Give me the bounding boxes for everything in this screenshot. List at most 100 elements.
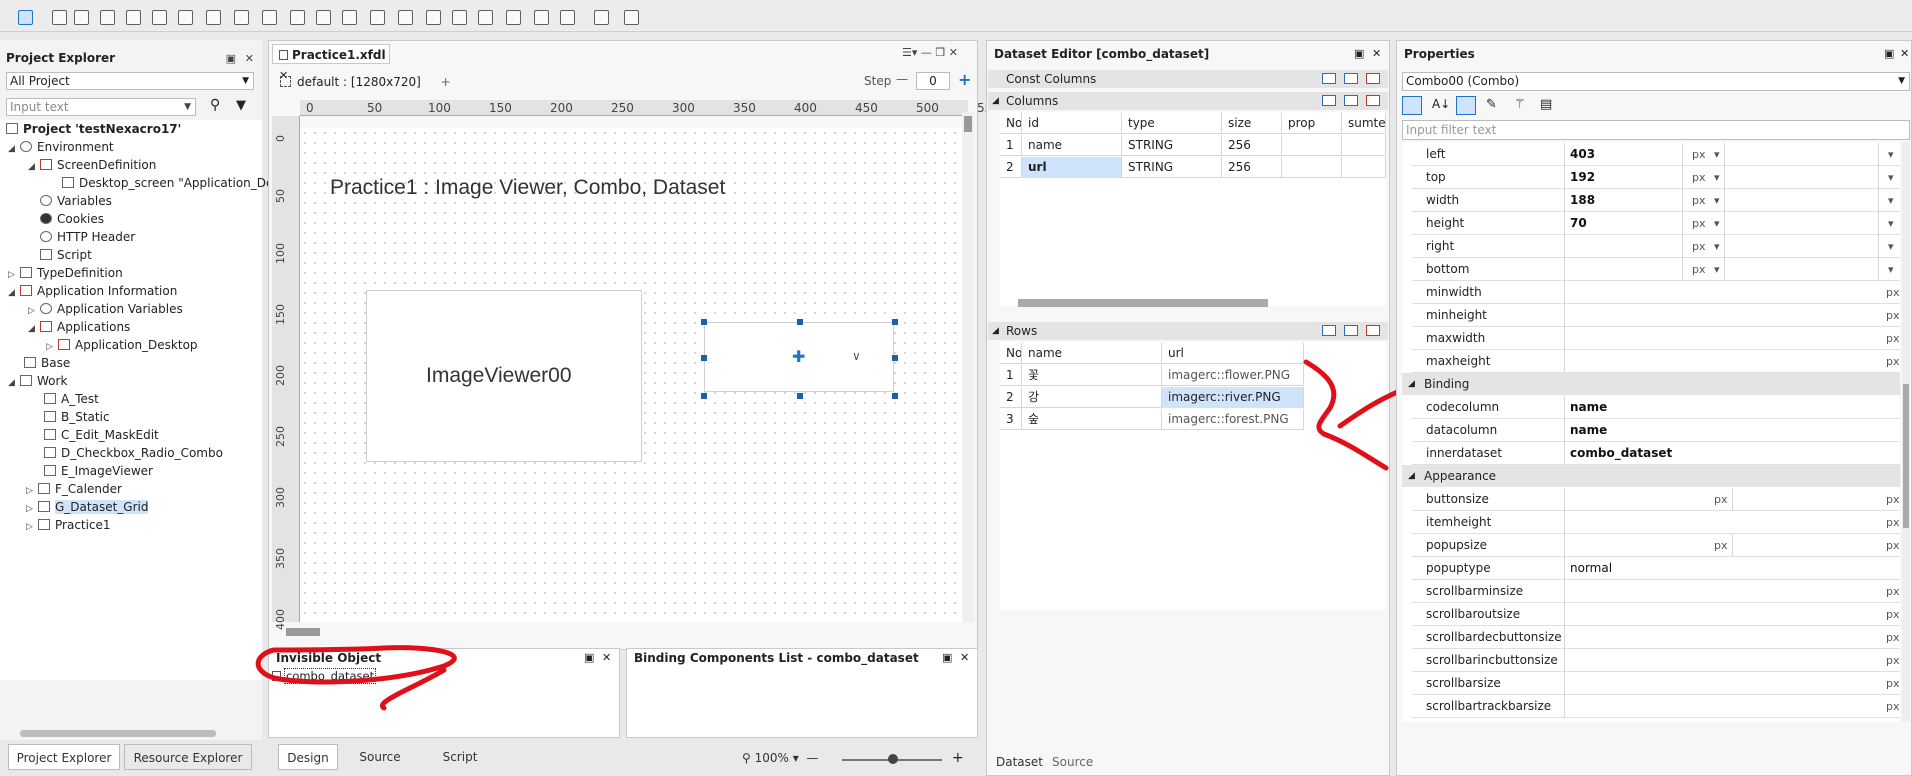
- tree-item-application-variables[interactable]: ▷ Application Variables: [28, 300, 183, 318]
- property-row[interactable]: popupsize px px: [1412, 534, 1900, 557]
- zoom-in-button[interactable]: +: [952, 750, 964, 766]
- property-value[interactable]: [1564, 258, 1900, 281]
- step-minus-button[interactable]: —: [896, 72, 908, 86]
- h-scroll-thumb[interactable]: [286, 628, 320, 636]
- pin-icon[interactable]: ▣: [584, 651, 594, 664]
- tree-item-e-imageviewer[interactable]: E_ImageViewer: [44, 462, 153, 480]
- delete-column-icon[interactable]: [1366, 95, 1380, 106]
- property-view-button[interactable]: [1456, 96, 1476, 115]
- progressbar-icon[interactable]: [534, 10, 549, 25]
- resize-handle[interactable]: [892, 355, 898, 361]
- property-value[interactable]: 70: [1564, 212, 1900, 235]
- window-controls-icon[interactable]: ☰▾ — ❐ ✕: [902, 46, 958, 59]
- property-category[interactable]: ◢ Binding: [1402, 373, 1900, 395]
- property-row[interactable]: top 192 px ▾ ▾: [1412, 166, 1900, 189]
- close-icon[interactable]: ✕: [602, 651, 611, 664]
- tree-item-application-desktop[interactable]: ▷ Application_Desktop: [46, 336, 198, 354]
- expand-icon[interactable]: ▷: [26, 518, 38, 536]
- tree-item-environment[interactable]: ◢ Environment: [8, 138, 114, 156]
- pin-icon[interactable]: ▣: [226, 52, 236, 65]
- resize-handle[interactable]: [701, 319, 707, 325]
- tree-item-cookies[interactable]: Cookies: [40, 210, 104, 228]
- menu-icon[interactable]: [426, 10, 441, 25]
- search-icon[interactable]: ⚲: [210, 97, 220, 113]
- property-value[interactable]: combo_dataset: [1564, 442, 1900, 465]
- cell-sumtext[interactable]: [1342, 135, 1386, 156]
- tab-source[interactable]: Source: [350, 744, 410, 770]
- property-row[interactable]: buttonsize px px: [1412, 488, 1900, 511]
- property-row[interactable]: innerdataset combo_dataset: [1412, 442, 1900, 465]
- tree-item-g-dataset-grid[interactable]: ▷ G_Dataset_Grid: [26, 498, 149, 516]
- pin-icon[interactable]: ▣: [942, 651, 952, 664]
- h-scrollbar[interactable]: [20, 730, 216, 737]
- tree-item-a-test[interactable]: A_Test: [44, 390, 99, 408]
- tree-item-b-static[interactable]: B_Static: [44, 408, 110, 426]
- property-value[interactable]: [1564, 235, 1900, 258]
- unit-dropdown[interactable]: px: [1692, 166, 1706, 189]
- object-select[interactable]: Combo00 (Combo) ▼: [1402, 72, 1910, 91]
- move-handle-icon[interactable]: ✚: [792, 347, 805, 366]
- filter-input[interactable]: Input filter text: [1402, 120, 1910, 140]
- tree-item-d-checkbox[interactable]: D_Checkbox_Radio_Combo: [44, 444, 223, 462]
- zoom-control[interactable]: ⚲ 100% ▾ —: [742, 751, 818, 765]
- property-row[interactable]: codecolumn name: [1412, 396, 1900, 419]
- unit-dropdown[interactable]: px: [1692, 212, 1706, 235]
- checkbox-icon[interactable]: [316, 10, 331, 25]
- property-row[interactable]: scrollbardecbuttonsize px: [1412, 626, 1900, 649]
- delete-row-icon[interactable]: [1366, 325, 1380, 336]
- tree-item-application-information[interactable]: ◢ Application Information: [8, 282, 177, 300]
- add-column-icon[interactable]: [1322, 73, 1336, 84]
- property-value[interactable]: [1564, 511, 1900, 534]
- table-row[interactable]: 3 숲 imagerc::forest.PNG: [1000, 409, 1304, 430]
- tree-item-base[interactable]: Base: [24, 354, 70, 372]
- expand-icon[interactable]: ◢: [8, 284, 20, 302]
- v-scrollbar[interactable]: [962, 112, 974, 622]
- close-icon[interactable]: ✕: [1372, 47, 1381, 60]
- property-row[interactable]: minheight px: [1412, 304, 1900, 327]
- canvas-title-static[interactable]: Practice1 : Image Viewer, Combo, Dataset: [330, 176, 725, 200]
- tree-item-http-header[interactable]: HTTP Header: [40, 228, 135, 246]
- table-row[interactable]: 2 강 imagerc::river.PNG: [1000, 387, 1304, 408]
- property-row[interactable]: scrollbartrackbarsize px: [1412, 695, 1900, 718]
- property-value[interactable]: [1564, 580, 1900, 603]
- property-row[interactable]: scrollbarminsize px: [1412, 580, 1900, 603]
- property-row[interactable]: width 188 px ▾ ▾: [1412, 189, 1900, 212]
- cell-prop[interactable]: [1282, 157, 1342, 178]
- add-screen-button[interactable]: +: [441, 75, 451, 89]
- resize-handle[interactable]: [701, 393, 707, 399]
- clear-icon[interactable]: ⚚: [1514, 97, 1526, 112]
- add-column-icon[interactable]: [1322, 95, 1336, 106]
- property-row[interactable]: datacolumn name: [1412, 419, 1900, 442]
- tree-item-practice1[interactable]: ▷ Practice1: [26, 516, 111, 534]
- close-icon[interactable]: ✕: [1900, 47, 1909, 60]
- add-row-icon[interactable]: [1322, 325, 1336, 336]
- radio-icon[interactable]: [290, 10, 305, 25]
- property-value[interactable]: [1564, 626, 1900, 649]
- unit-dropdown[interactable]: px: [1692, 235, 1706, 258]
- property-value[interactable]: [1564, 350, 1900, 373]
- properties-v-scroll-thumb[interactable]: [1903, 384, 1909, 528]
- insert-row-icon[interactable]: [1344, 325, 1358, 336]
- property-value[interactable]: 403: [1564, 143, 1900, 166]
- property-row[interactable]: itemheight px: [1412, 511, 1900, 534]
- tree-item-project[interactable]: Project 'testNexacro17': [6, 120, 181, 138]
- property-value[interactable]: name: [1564, 419, 1900, 442]
- table-row[interactable]: 1 name STRING 256: [1000, 135, 1386, 156]
- property-category[interactable]: ◢ Appearance: [1402, 465, 1900, 487]
- property-value[interactable]: [1564, 603, 1900, 626]
- property-value[interactable]: [1564, 695, 1900, 718]
- expand-icon[interactable]: ◢: [28, 320, 40, 338]
- search-input[interactable]: Input text ▼: [6, 98, 196, 116]
- unit-dropdown[interactable]: px: [1692, 258, 1706, 281]
- table-row[interactable]: 2 url STRING 256: [1000, 157, 1386, 178]
- property-row[interactable]: minwidth px: [1412, 281, 1900, 304]
- editor-tab[interactable]: Practice1.xfdl ✕: [272, 44, 390, 82]
- edit-icon[interactable]: [126, 10, 141, 25]
- v-scroll-thumb[interactable]: [964, 116, 972, 132]
- unit-dropdown[interactable]: px: [1692, 143, 1706, 166]
- table-row[interactable]: 1 꽃 imagerc::flower.PNG: [1000, 365, 1304, 386]
- property-row[interactable]: popuptype normal: [1412, 557, 1900, 580]
- tab-icon[interactable]: [398, 10, 413, 25]
- property-value[interactable]: name: [1564, 396, 1900, 419]
- cell-prop[interactable]: [1282, 135, 1342, 156]
